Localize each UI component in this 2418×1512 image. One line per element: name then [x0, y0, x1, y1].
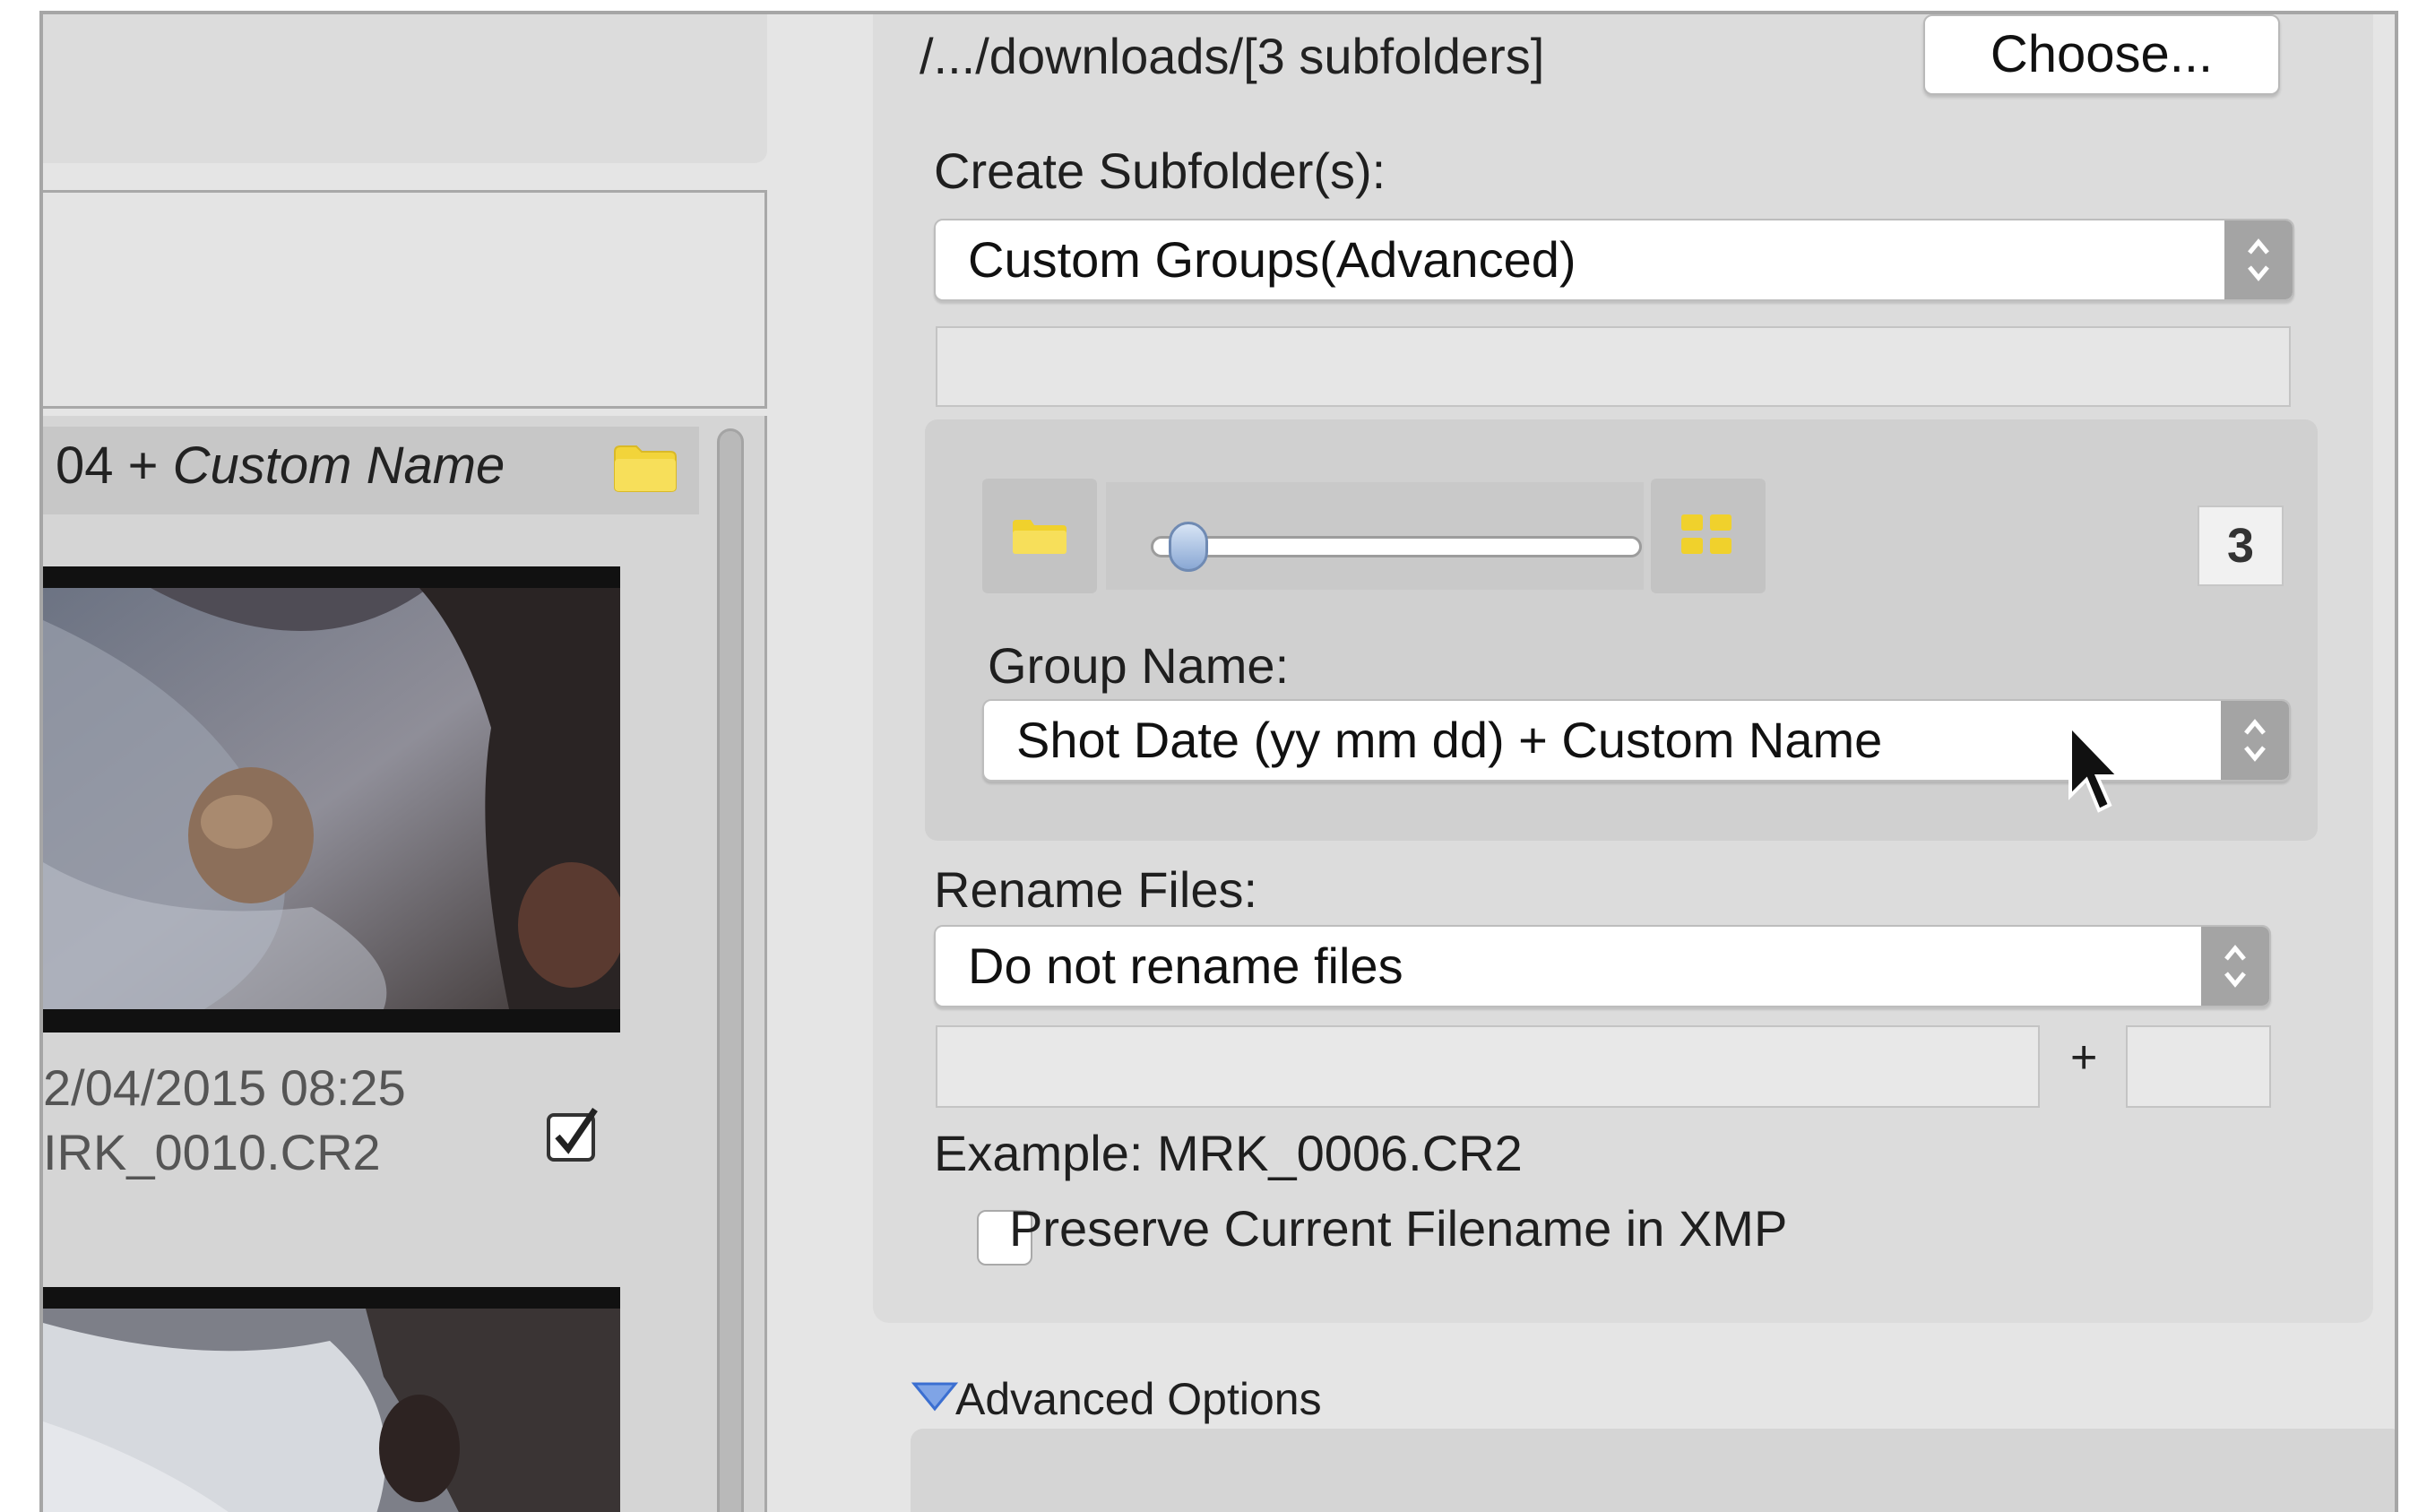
group-name-label: Group Name: — [988, 637, 1290, 694]
plus-label: + — [2070, 1032, 2098, 1084]
rename-files-select[interactable]: Do not rename files — [934, 925, 2271, 1007]
photo-filename: IRK_0010.CR2 — [43, 1124, 381, 1180]
folder-icon[interactable] — [613, 443, 678, 493]
create-subfolders-select[interactable]: Custom Groups(Advanced) — [934, 219, 2294, 301]
choose-button[interactable]: Choose... — [1923, 14, 2280, 95]
group-separator: + — [127, 436, 159, 495]
group-count-slider[interactable] — [1151, 536, 1642, 557]
disclosure-triangle-icon — [911, 1382, 959, 1412]
group-name-value: Shot Date (yy mm dd) + Custom Name — [1016, 712, 1883, 768]
create-subfolders-value: Custom Groups(Advanced) — [968, 231, 1576, 288]
rename-text-field[interactable] — [936, 1025, 2040, 1108]
subfolder-name-field[interactable] — [936, 326, 2291, 407]
single-folder-button[interactable] — [982, 479, 1097, 593]
group-count-display: 3 — [2198, 505, 2284, 586]
photo-date: 2/04/2015 08:25 — [43, 1059, 406, 1116]
mouse-cursor-icon — [2068, 722, 2123, 813]
left-middle-panel — [43, 190, 767, 409]
group-header-title: 04 + Custom Name — [56, 436, 505, 496]
group-custom-name: Custom Name — [172, 436, 505, 495]
waterfall-photo — [43, 588, 626, 1009]
import-dialog-frame: 04 + Custom Name 2/04/2015 08:25 IRK_001… — [39, 11, 2398, 1512]
photo-thumbnail[interactable] — [43, 566, 626, 1032]
photo-meta: 2/04/2015 08:25 IRK_0010.CR2 — [43, 1056, 406, 1185]
select-stepper-icon — [2201, 927, 2269, 1006]
photo-select-checkbox[interactable] — [545, 1106, 602, 1163]
scrollbar-vertical[interactable] — [717, 428, 744, 1512]
waterfall-photo — [43, 1309, 620, 1512]
group-date-fragment: 04 — [56, 436, 114, 495]
select-stepper-icon — [2224, 220, 2293, 299]
multi-folder-button[interactable] — [1651, 479, 1766, 593]
rename-files-value: Do not rename files — [968, 937, 1403, 994]
select-stepper-icon — [2221, 701, 2289, 780]
create-subfolders-label: Create Subfolder(s): — [934, 143, 1386, 199]
photo-thumbnail[interactable] — [43, 1287, 620, 1512]
advanced-options-label: Advanced Options — [955, 1374, 1322, 1424]
left-top-panel — [43, 14, 767, 163]
preserve-filename-label[interactable]: Preserve Current Filename in XMP — [1009, 1199, 1787, 1257]
advanced-options-panel — [911, 1429, 2395, 1512]
rename-files-label: Rename Files: — [934, 861, 1258, 918]
rename-suffix-field[interactable] — [2126, 1025, 2271, 1108]
rename-example: Example: MRK_0006.CR2 — [934, 1125, 1523, 1181]
folder-icon — [1013, 520, 1067, 554]
destination-path: /.../downloads/[3 subfolders] — [920, 28, 1545, 84]
slider-handle[interactable] — [1169, 522, 1208, 572]
grid-folders-icon — [1681, 514, 1731, 554]
